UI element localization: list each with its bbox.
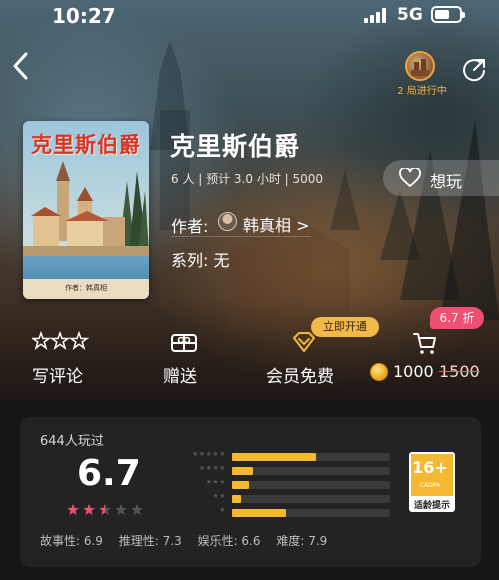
rating-card: 644人玩过 6.7 ★★★★★ ★★★★ ★★★ ★★ ★ 16+ CADPA 适龄提…	[20, 417, 481, 567]
status-bar: 10:27 5G	[0, 0, 499, 34]
vip-gem-icon	[293, 332, 315, 352]
age-rating-org: CADPA	[419, 482, 441, 489]
series-label: 系列: 无	[171, 251, 230, 270]
age-rating-badge: 16+ CADPA 适龄提示	[409, 452, 455, 512]
heart-icon	[399, 168, 421, 188]
gift-button[interactable]: 赠送	[163, 331, 213, 387]
member-free-label: 会员免费	[266, 367, 334, 387]
original-price: 1500	[439, 362, 480, 381]
game-meta: 6 人 | 预计 3.0 小时 | 5000	[171, 172, 324, 186]
coin-icon	[370, 363, 388, 381]
rating-bar-fill	[232, 453, 316, 461]
review-stars-icon	[32, 331, 90, 350]
rating-bar-fill	[232, 467, 253, 475]
rating-bar-row: ★★★★	[170, 464, 410, 476]
game-cover[interactable]: 克里斯伯爵 作者：韩真相	[23, 121, 149, 299]
castle-thumbnail-icon	[411, 59, 429, 76]
rating-bar-stars: ★★★★	[198, 464, 226, 472]
cover-credit: 作者：韩真相	[65, 284, 107, 292]
score-star	[131, 503, 143, 516]
rating-score: 6.7	[77, 453, 141, 494]
rating-bar-track	[232, 467, 390, 475]
share-icon	[463, 59, 485, 82]
rating-bar-row: ★★★★★	[170, 450, 410, 462]
score-star	[83, 503, 95, 516]
rating-bar-row: ★★★	[170, 478, 410, 490]
attribute-story: 故事性: 6.9	[40, 534, 103, 548]
attribute-scores: 故事性: 6.9 推理性: 7.3 娱乐性: 6.6 难度: 7.9	[40, 532, 339, 549]
cart-icon	[413, 333, 436, 354]
rating-bar-track	[232, 453, 390, 461]
cover-title: 克里斯伯爵	[31, 133, 141, 157]
attribute-deduction: 推理性: 7.3	[118, 534, 182, 548]
age-rating-tip: 适龄提示	[413, 501, 450, 511]
score-star	[115, 503, 127, 516]
write-review-label: 写评论	[32, 367, 83, 387]
games-in-progress-label[interactable]: 2 局进行中	[388, 82, 456, 97]
signal-icon	[364, 8, 390, 23]
rating-bar-track	[232, 495, 390, 503]
rating-bar-fill	[232, 495, 242, 503]
status-time: 10:27	[52, 4, 116, 28]
discount-badge: 6.7 折	[430, 307, 484, 329]
battery-icon	[431, 6, 465, 23]
attribute-fun: 娱乐性: 6.6	[197, 534, 261, 548]
want-to-play-label: 想玩	[430, 172, 463, 191]
author-divider	[171, 236, 311, 237]
rating-bar-fill	[232, 509, 286, 517]
back-button[interactable]	[8, 48, 36, 84]
want-to-play-button[interactable]: 想玩	[383, 160, 499, 196]
rating-bar-stars: ★★★	[205, 478, 226, 486]
network-type: 5G	[397, 5, 423, 25]
open-membership-badge[interactable]: 立即开通	[311, 317, 379, 337]
rating-bar-stars: ★	[219, 506, 226, 514]
attribute-difficulty: 难度: 7.9	[276, 534, 328, 548]
rating-bar-fill	[232, 481, 250, 489]
member-free-button[interactable]: 会员免费	[266, 331, 346, 387]
score-star	[67, 503, 79, 516]
rating-bar-row: ★★	[170, 492, 410, 504]
gift-label: 赠送	[163, 367, 197, 387]
age-rating-number: 16+	[412, 458, 448, 477]
write-review-button[interactable]: 写评论	[32, 331, 102, 387]
rating-bar-stars: ★★★★★	[192, 450, 226, 458]
author-avatar	[218, 212, 237, 231]
score-star	[99, 503, 111, 516]
game-session-avatar[interactable]	[405, 51, 435, 81]
share-button[interactable]	[461, 56, 487, 82]
author-name-link[interactable]: 韩真相 >	[243, 212, 310, 236]
players-count: 644人玩过	[40, 434, 104, 449]
game-title: 克里斯伯爵	[170, 132, 301, 161]
rating-bar-row: ★	[170, 506, 410, 518]
rating-bar-track	[232, 481, 390, 489]
rating-bar-track	[232, 509, 390, 517]
author-label: 作者:	[171, 217, 209, 236]
gift-icon	[171, 334, 197, 352]
chevron-left-icon	[13, 52, 28, 80]
score-stars	[67, 503, 143, 516]
price: 1000	[393, 362, 434, 381]
rating-bar-stars: ★★	[212, 492, 226, 500]
